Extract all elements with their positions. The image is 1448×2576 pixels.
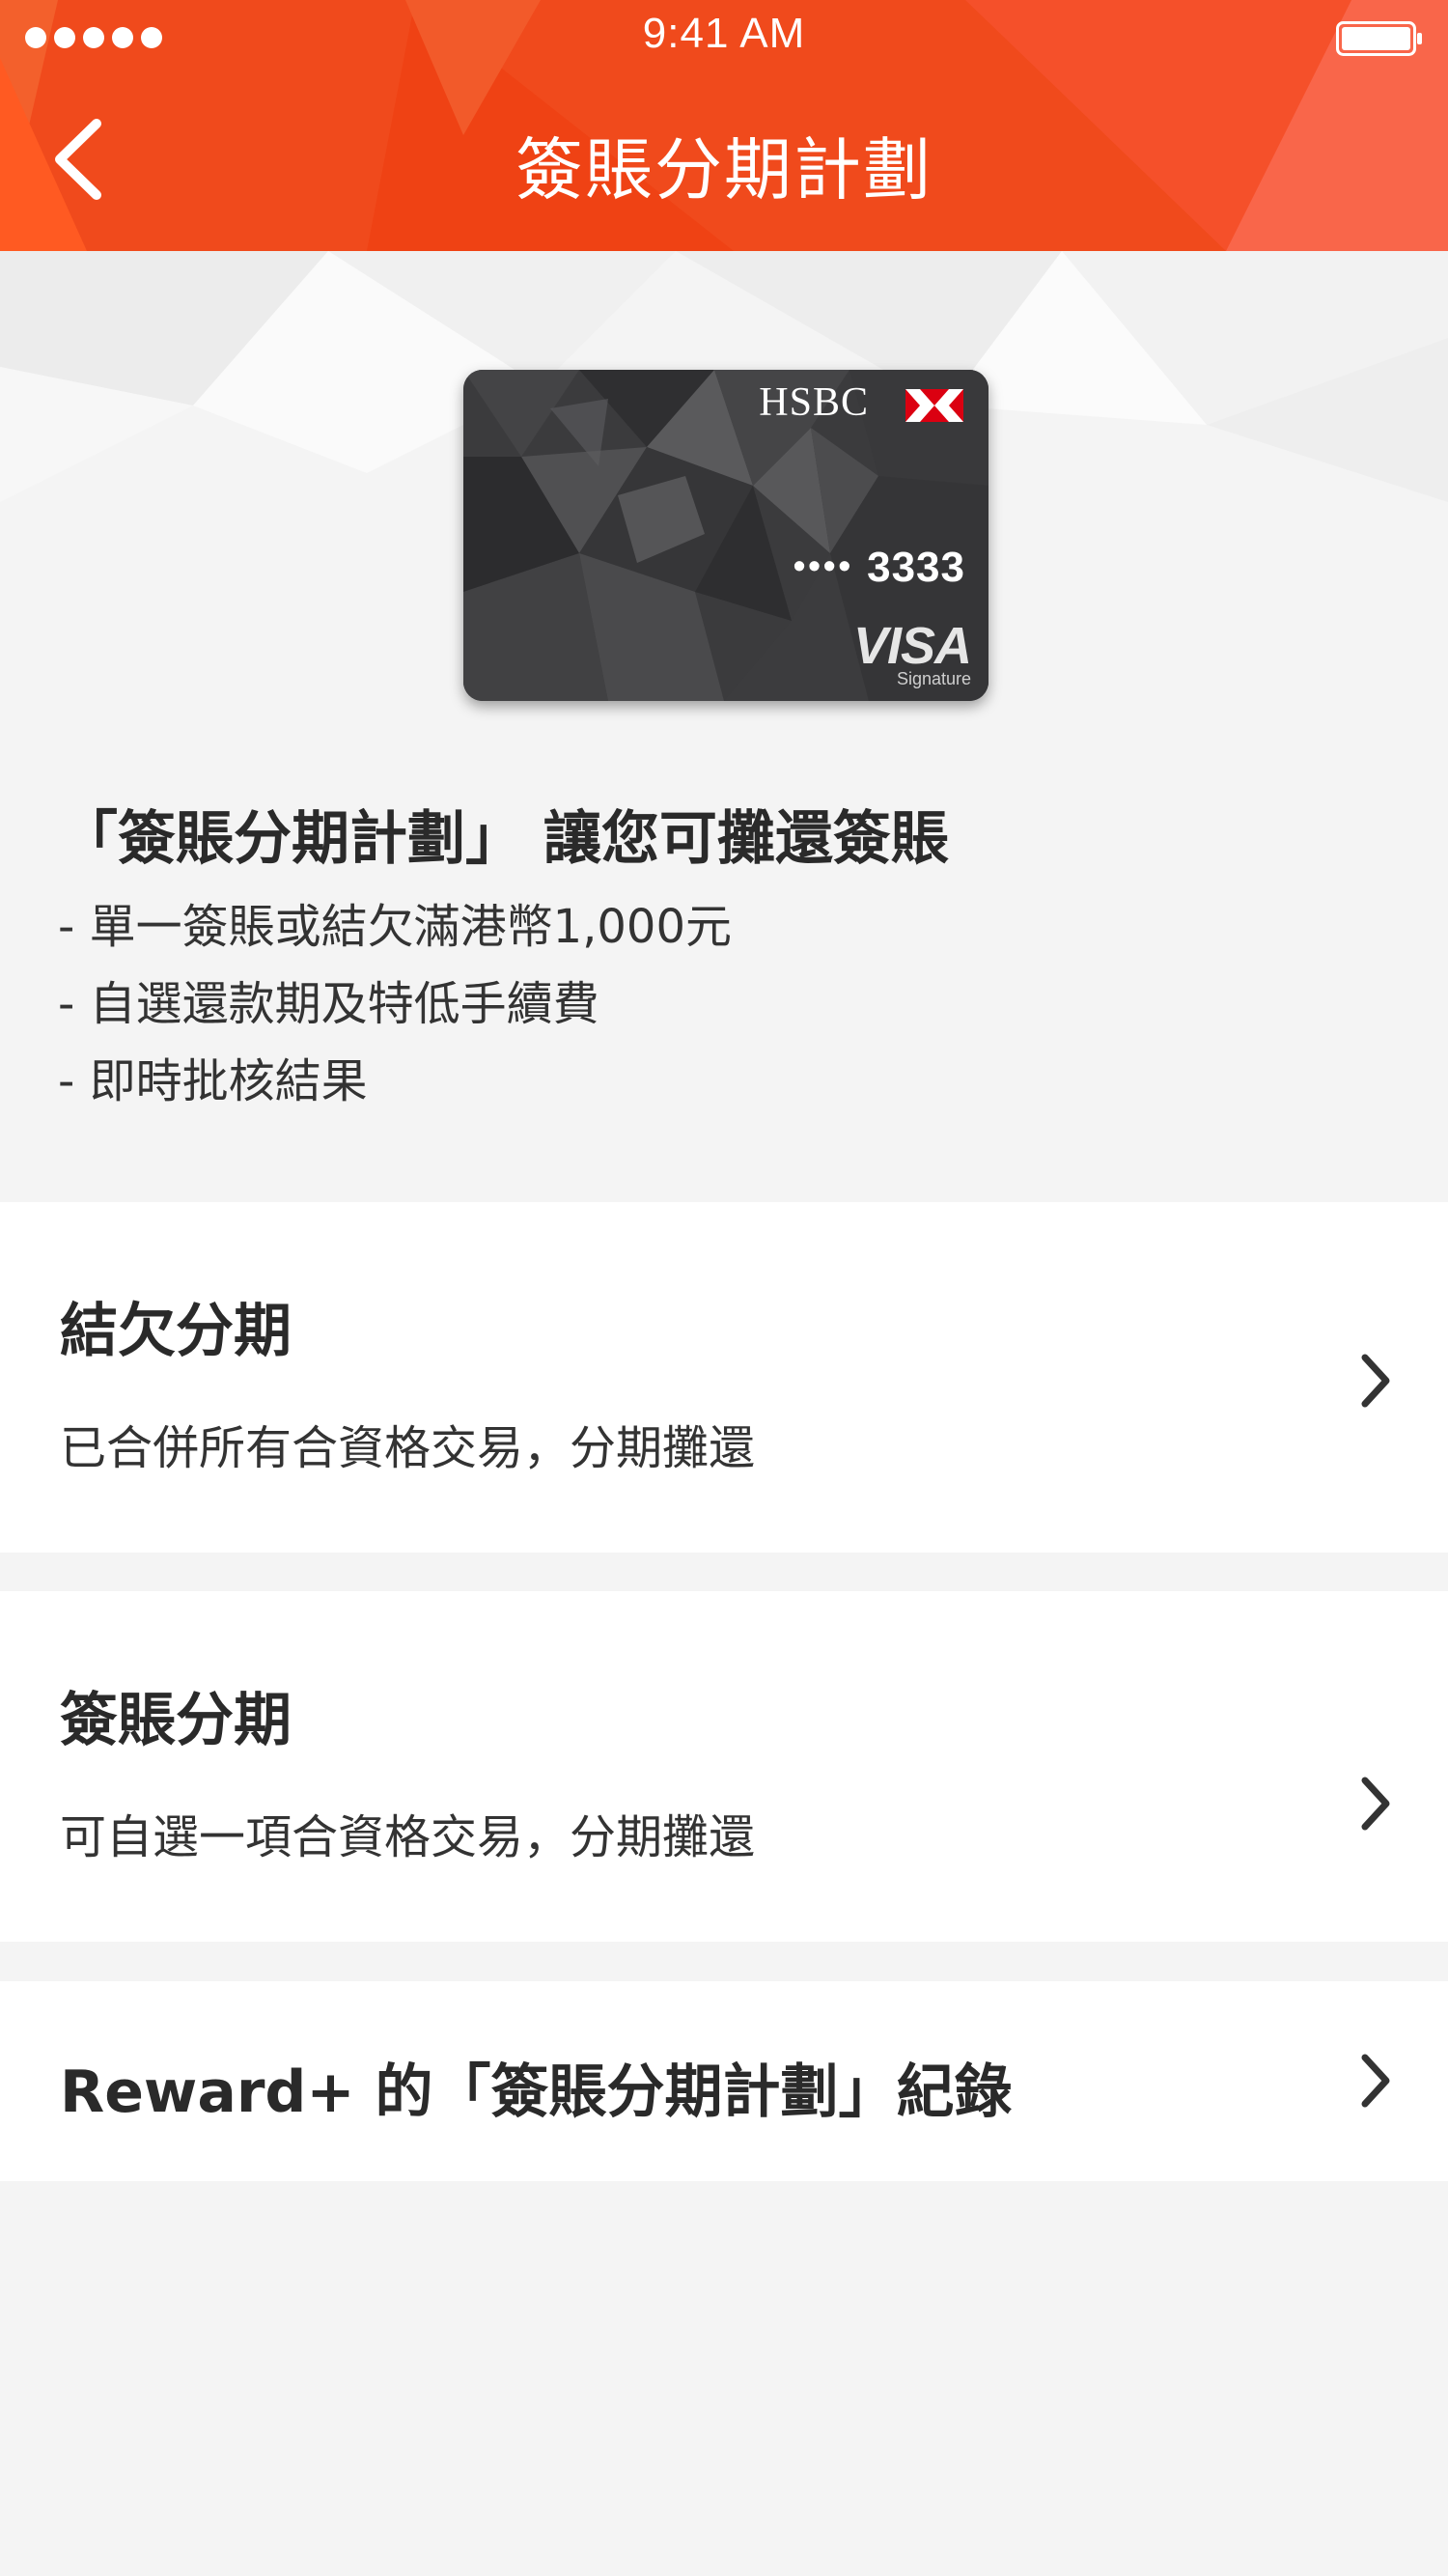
option-description: 已合併所有合資格交易，分期攤還 [60,1421,756,1475]
chevron-right-icon [1361,2054,1390,2108]
chevron-right-icon [1361,1777,1390,1831]
card-tier: Signature [896,669,971,688]
list-item: - 即時批核結果 [58,1054,368,1108]
option-description: 可自選一項合資格交易，分期攤還 [60,1810,756,1864]
card-number: •••• 3333 [794,544,965,592]
hsbc-logo-icon [905,389,963,422]
option-balance-installment[interactable]: 結欠分期 已合併所有合資格交易，分期攤還 [0,1202,1448,1553]
list-item: - 自選還款期及特低手續費 [58,977,599,1031]
intro-title: 「簽賬分期計劃」 讓您可攤還簽賬 [60,805,949,873]
chevron-right-icon [1361,1354,1390,1408]
option-title: Reward+ 的「簽賬分期計劃」紀錄 [60,2058,1013,2126]
option-title: 結欠分期 [60,1298,292,1365]
visa-logo: VISA [852,617,972,675]
card-last-digits: 3333 [867,544,965,591]
option-reward-records[interactable]: Reward+ 的「簽賬分期計劃」紀錄 [0,1981,1448,2181]
list-item: - 單一簽賬或結欠滿港幣1,000元 [58,900,732,954]
option-spending-installment[interactable]: 簽賬分期 可自選一項合資格交易，分期攤還 [0,1591,1448,1942]
feature-list: - 單一簽賬或結欠滿港幣1,000元 - 自選還款期及特低手續費 - 即時批核結… [58,888,732,1120]
status-time: 9:41 AM [642,10,806,57]
screen: 9:41 AM 簽賬分期計劃 HSBC •••• 3333 VISA Signa… [0,0,1448,2576]
card-bank-name: HSBC [759,380,869,425]
page-title: 簽賬分期計劃 [515,130,933,210]
option-title: 簽賬分期 [60,1687,292,1754]
credit-card: HSBC •••• 3333 VISA Signature [463,370,989,701]
battery-icon [1336,21,1422,56]
header-bar: 9:41 AM 簽賬分期計劃 [0,0,1448,251]
hero-section: HSBC •••• 3333 VISA Signature 「簽賬分期計劃」 讓您… [0,251,1448,1197]
card-number-mask: •••• [793,546,854,585]
